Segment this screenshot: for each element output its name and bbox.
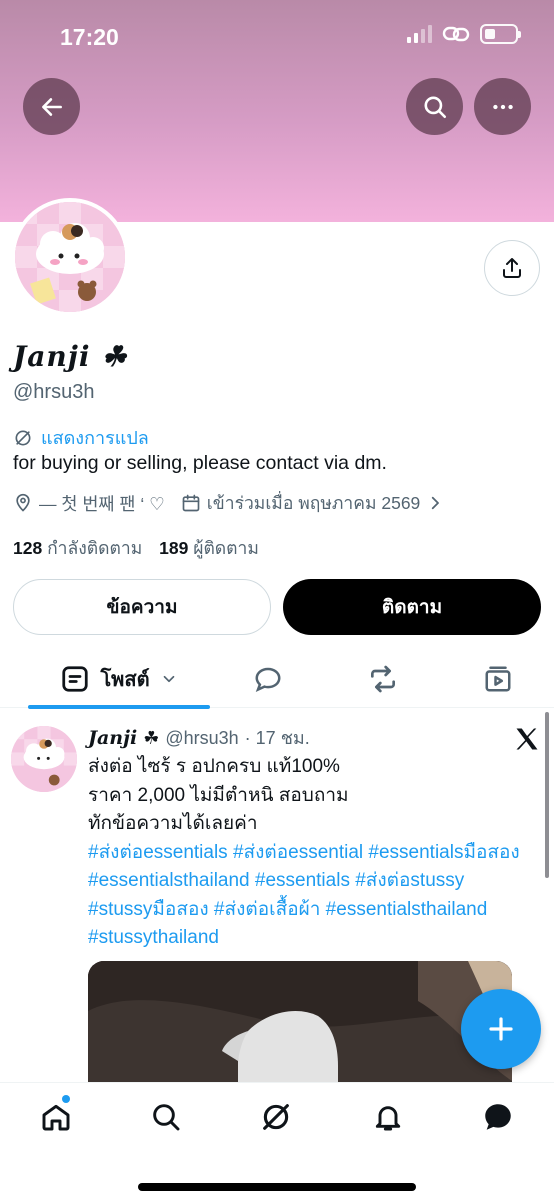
show-translation-link[interactable]: แสดงการแปล: [13, 423, 149, 452]
more-horizontal-icon: [492, 104, 513, 109]
post-header: Janji ☘︎ @hrsu3h · 17 ชม.: [88, 723, 310, 752]
profile-handle: @hrsu3h: [13, 381, 95, 403]
following-count: 128: [13, 538, 43, 558]
profile-joined-date[interactable]: เข้าร่วมเมื่อ พฤษภาคม 2569: [207, 489, 421, 517]
message-button[interactable]: ข้อความ: [13, 579, 271, 635]
link-icon: [442, 26, 470, 42]
following-label: กำลังติดตาม: [47, 538, 143, 558]
profile-location: — 첫 번째 팬 ‘ ♡: [39, 493, 165, 514]
plus-icon: [489, 1017, 513, 1041]
back-button[interactable]: [23, 78, 80, 135]
calendar-icon: [181, 493, 201, 513]
post-author-name[interactable]: Janji: [88, 727, 137, 749]
nav-grok[interactable]: [246, 1095, 306, 1139]
grok-icon: [263, 1104, 289, 1130]
post-text-line: ทักข้อความได้เลยค่า: [88, 813, 258, 834]
post-avatar-image: [11, 726, 77, 792]
display-name: Janji ☘︎: [13, 340, 128, 373]
translate-icon: [15, 430, 31, 445]
home-indicator: [138, 1183, 416, 1191]
posts-icon: [62, 666, 89, 692]
nav-notifications[interactable]: [358, 1095, 418, 1139]
repost-icon: [371, 665, 395, 693]
status-icons: [407, 24, 521, 44]
post-text-line: ราคา 2,000 ไม่มีตำหนิ สอบถาม: [88, 784, 349, 806]
search-icon: [423, 95, 446, 118]
post-hashtags[interactable]: #ส่งต่อessentials #ส่งต่อessential #esse…: [88, 839, 543, 953]
cellular-signal-icon: [407, 25, 432, 43]
x-logo-icon: [516, 728, 538, 750]
follow-stats: 128 กำลังติดตาม 189 ผู้ติดตาม: [13, 534, 259, 562]
arrow-left-icon: [41, 97, 62, 116]
follow-button[interactable]: ติดตาม: [283, 579, 541, 635]
tab-posts[interactable]: โพสต์: [28, 650, 210, 708]
chevron-down-icon: [163, 675, 174, 683]
post-image[interactable]: [88, 961, 512, 1084]
tab-reposts[interactable]: [355, 650, 411, 708]
nav-home[interactable]: [26, 1095, 86, 1139]
compose-post-button[interactable]: [461, 989, 541, 1069]
status-time: 17:20: [60, 24, 119, 50]
avatar-image: [15, 202, 125, 312]
video-icon: [485, 666, 511, 692]
followers-link[interactable]: 189 ผู้ติดตาม: [159, 538, 259, 558]
location-pin-icon: [13, 493, 33, 513]
more-button[interactable]: [474, 78, 531, 135]
bell-icon: [375, 1106, 401, 1131]
nav-messages[interactable]: [468, 1095, 528, 1139]
tab-replies[interactable]: [240, 650, 296, 708]
notification-dot: [62, 1095, 70, 1103]
tab-media[interactable]: [470, 650, 526, 708]
show-translation-label: แสดงการแปล: [41, 428, 149, 448]
post-text-line: ส่งต่อ ไซร้ ร อปกครบ แท้100%: [88, 756, 340, 777]
profile-bio: for buying or selling, please contact vi…: [13, 452, 387, 474]
search-icon: [153, 1104, 180, 1131]
share-icon: [503, 258, 521, 278]
search-button[interactable]: [406, 78, 463, 135]
bottom-navigation: [0, 1082, 554, 1199]
tab-posts-label: โพสต์: [100, 669, 150, 691]
followers-count: 189: [159, 538, 189, 558]
messages-icon: [485, 1104, 511, 1130]
chevron-right-icon: [432, 496, 440, 510]
reply-icon: [255, 667, 281, 693]
nav-search[interactable]: [136, 1095, 196, 1139]
post-text: ส่งต่อ ไซร้ ร อปกครบ แท้100% ราคา 2,000 …: [88, 753, 543, 953]
profile-meta: — 첫 번째 팬 ‘ ♡ เข้าร่วมเมื่อ พฤษภาคม 2569: [13, 489, 444, 517]
post-author-avatar[interactable]: [11, 726, 77, 792]
following-link[interactable]: 128 กำลังติดตาม: [13, 538, 142, 558]
profile-avatar[interactable]: [11, 198, 129, 316]
post-author-handle[interactable]: @hrsu3h: [165, 728, 238, 749]
scrollbar[interactable]: [545, 712, 549, 878]
share-profile-button[interactable]: [484, 240, 540, 296]
followers-label: ผู้ติดตาม: [193, 538, 259, 558]
battery-icon: [480, 24, 521, 44]
post-time[interactable]: · 17 ชม.: [245, 723, 310, 752]
profile-tabs: โพสต์: [0, 650, 554, 709]
home-icon: [42, 1104, 70, 1131]
post-author-symbol: ☘︎: [143, 728, 160, 748]
post-image-content: [88, 961, 512, 1084]
